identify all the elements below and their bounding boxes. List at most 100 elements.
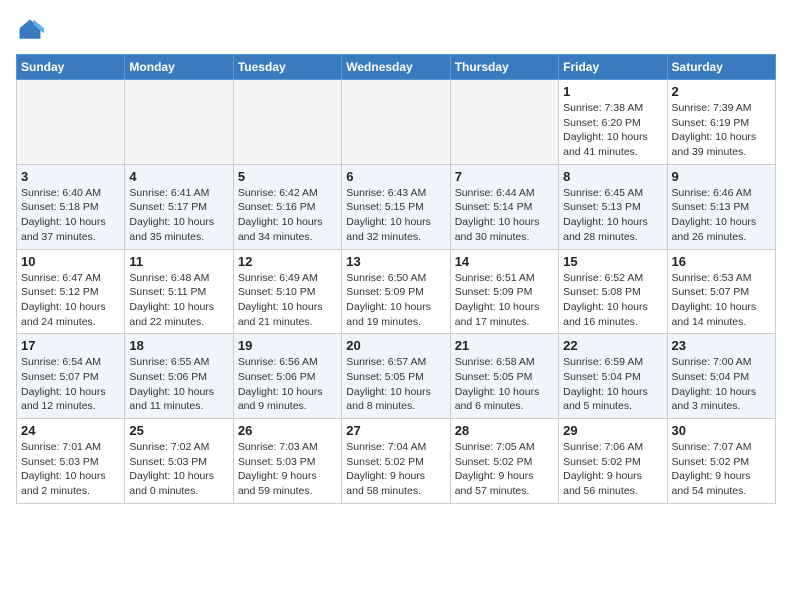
day-number: 6 xyxy=(346,169,445,184)
calendar-cell: 10 Sunrise: 6:47 AM Sunset: 5:12 PM Dayli… xyxy=(17,249,125,334)
calendar-cell xyxy=(342,80,450,165)
calendar-cell: 14 Sunrise: 6:51 AM Sunset: 5:09 PM Dayli… xyxy=(450,249,558,334)
weekday-header-monday: Monday xyxy=(125,55,233,80)
weekday-header-wednesday: Wednesday xyxy=(342,55,450,80)
day-info: Sunrise: 7:39 AM Sunset: 6:19 PM Dayligh… xyxy=(672,101,771,160)
calendar-cell: 18 Sunrise: 6:55 AM Sunset: 5:06 PM Dayli… xyxy=(125,334,233,419)
calendar-cell xyxy=(233,80,341,165)
calendar: SundayMondayTuesdayWednesdayThursdayFrid… xyxy=(16,54,776,504)
day-number: 16 xyxy=(672,254,771,269)
day-info: Sunrise: 6:46 AM Sunset: 5:13 PM Dayligh… xyxy=(672,186,771,245)
day-number: 20 xyxy=(346,338,445,353)
day-number: 3 xyxy=(21,169,120,184)
calendar-cell: 27 Sunrise: 7:04 AM Sunset: 5:02 PM Dayli… xyxy=(342,419,450,504)
weekday-header-thursday: Thursday xyxy=(450,55,558,80)
calendar-cell xyxy=(17,80,125,165)
weekday-header-friday: Friday xyxy=(559,55,667,80)
calendar-cell: 1 Sunrise: 7:38 AM Sunset: 6:20 PM Daylig… xyxy=(559,80,667,165)
calendar-cell: 4 Sunrise: 6:41 AM Sunset: 5:17 PM Daylig… xyxy=(125,164,233,249)
day-number: 9 xyxy=(672,169,771,184)
calendar-cell: 19 Sunrise: 6:56 AM Sunset: 5:06 PM Dayli… xyxy=(233,334,341,419)
day-number: 13 xyxy=(346,254,445,269)
day-number: 1 xyxy=(563,84,662,99)
day-info: Sunrise: 6:51 AM Sunset: 5:09 PM Dayligh… xyxy=(455,271,554,330)
weekday-header-sunday: Sunday xyxy=(17,55,125,80)
header xyxy=(16,16,776,44)
logo-icon xyxy=(16,16,44,44)
calendar-cell: 13 Sunrise: 6:50 AM Sunset: 5:09 PM Dayli… xyxy=(342,249,450,334)
logo xyxy=(16,16,48,44)
day-number: 24 xyxy=(21,423,120,438)
day-number: 23 xyxy=(672,338,771,353)
day-info: Sunrise: 7:04 AM Sunset: 5:02 PM Dayligh… xyxy=(346,440,445,499)
calendar-cell: 15 Sunrise: 6:52 AM Sunset: 5:08 PM Dayli… xyxy=(559,249,667,334)
day-info: Sunrise: 6:55 AM Sunset: 5:06 PM Dayligh… xyxy=(129,355,228,414)
day-info: Sunrise: 6:59 AM Sunset: 5:04 PM Dayligh… xyxy=(563,355,662,414)
day-info: Sunrise: 6:50 AM Sunset: 5:09 PM Dayligh… xyxy=(346,271,445,330)
day-info: Sunrise: 7:38 AM Sunset: 6:20 PM Dayligh… xyxy=(563,101,662,160)
day-number: 28 xyxy=(455,423,554,438)
calendar-cell: 7 Sunrise: 6:44 AM Sunset: 5:14 PM Daylig… xyxy=(450,164,558,249)
day-info: Sunrise: 6:48 AM Sunset: 5:11 PM Dayligh… xyxy=(129,271,228,330)
calendar-cell: 21 Sunrise: 6:58 AM Sunset: 5:05 PM Dayli… xyxy=(450,334,558,419)
day-number: 25 xyxy=(129,423,228,438)
day-info: Sunrise: 7:05 AM Sunset: 5:02 PM Dayligh… xyxy=(455,440,554,499)
day-info: Sunrise: 6:57 AM Sunset: 5:05 PM Dayligh… xyxy=(346,355,445,414)
day-info: Sunrise: 6:43 AM Sunset: 5:15 PM Dayligh… xyxy=(346,186,445,245)
calendar-cell: 28 Sunrise: 7:05 AM Sunset: 5:02 PM Dayli… xyxy=(450,419,558,504)
day-number: 21 xyxy=(455,338,554,353)
day-number: 17 xyxy=(21,338,120,353)
day-info: Sunrise: 6:52 AM Sunset: 5:08 PM Dayligh… xyxy=(563,271,662,330)
day-number: 4 xyxy=(129,169,228,184)
weekday-header-saturday: Saturday xyxy=(667,55,775,80)
day-number: 12 xyxy=(238,254,337,269)
day-number: 19 xyxy=(238,338,337,353)
calendar-cell: 24 Sunrise: 7:01 AM Sunset: 5:03 PM Dayli… xyxy=(17,419,125,504)
day-number: 10 xyxy=(21,254,120,269)
day-number: 22 xyxy=(563,338,662,353)
day-info: Sunrise: 7:06 AM Sunset: 5:02 PM Dayligh… xyxy=(563,440,662,499)
day-info: Sunrise: 6:47 AM Sunset: 5:12 PM Dayligh… xyxy=(21,271,120,330)
day-info: Sunrise: 6:58 AM Sunset: 5:05 PM Dayligh… xyxy=(455,355,554,414)
calendar-cell: 17 Sunrise: 6:54 AM Sunset: 5:07 PM Dayli… xyxy=(17,334,125,419)
calendar-cell: 30 Sunrise: 7:07 AM Sunset: 5:02 PM Dayli… xyxy=(667,419,775,504)
calendar-cell: 23 Sunrise: 7:00 AM Sunset: 5:04 PM Dayli… xyxy=(667,334,775,419)
day-number: 7 xyxy=(455,169,554,184)
calendar-cell: 11 Sunrise: 6:48 AM Sunset: 5:11 PM Dayli… xyxy=(125,249,233,334)
day-info: Sunrise: 7:01 AM Sunset: 5:03 PM Dayligh… xyxy=(21,440,120,499)
calendar-cell: 5 Sunrise: 6:42 AM Sunset: 5:16 PM Daylig… xyxy=(233,164,341,249)
day-number: 27 xyxy=(346,423,445,438)
day-number: 18 xyxy=(129,338,228,353)
calendar-cell: 22 Sunrise: 6:59 AM Sunset: 5:04 PM Dayli… xyxy=(559,334,667,419)
weekday-header-tuesday: Tuesday xyxy=(233,55,341,80)
calendar-cell: 6 Sunrise: 6:43 AM Sunset: 5:15 PM Daylig… xyxy=(342,164,450,249)
day-number: 30 xyxy=(672,423,771,438)
calendar-cell: 9 Sunrise: 6:46 AM Sunset: 5:13 PM Daylig… xyxy=(667,164,775,249)
day-number: 5 xyxy=(238,169,337,184)
day-number: 14 xyxy=(455,254,554,269)
calendar-cell: 8 Sunrise: 6:45 AM Sunset: 5:13 PM Daylig… xyxy=(559,164,667,249)
day-number: 26 xyxy=(238,423,337,438)
day-info: Sunrise: 6:49 AM Sunset: 5:10 PM Dayligh… xyxy=(238,271,337,330)
day-number: 29 xyxy=(563,423,662,438)
day-number: 2 xyxy=(672,84,771,99)
day-info: Sunrise: 7:00 AM Sunset: 5:04 PM Dayligh… xyxy=(672,355,771,414)
calendar-cell: 26Sunrise: 7:03 AM Sunset: 5:03 PM Dayli… xyxy=(233,419,341,504)
calendar-cell xyxy=(450,80,558,165)
day-info: Sunrise: 7:02 AM Sunset: 5:03 PM Dayligh… xyxy=(129,440,228,499)
day-number: 8 xyxy=(563,169,662,184)
calendar-cell: 16 Sunrise: 6:53 AM Sunset: 5:07 PM Dayli… xyxy=(667,249,775,334)
day-info: Sunrise: 6:44 AM Sunset: 5:14 PM Dayligh… xyxy=(455,186,554,245)
day-info: Sunrise: 6:53 AM Sunset: 5:07 PM Dayligh… xyxy=(672,271,771,330)
calendar-cell: 3Sunrise: 6:40 AM Sunset: 5:18 PM Daylig… xyxy=(17,164,125,249)
day-number: 15 xyxy=(563,254,662,269)
calendar-cell xyxy=(125,80,233,165)
day-info: Sunrise: 6:42 AM Sunset: 5:16 PM Dayligh… xyxy=(238,186,337,245)
day-info: Sunrise: 6:56 AM Sunset: 5:06 PM Dayligh… xyxy=(238,355,337,414)
day-info: Sunrise: 6:45 AM Sunset: 5:13 PM Dayligh… xyxy=(563,186,662,245)
calendar-cell: 25 Sunrise: 7:02 AM Sunset: 5:03 PM Dayli… xyxy=(125,419,233,504)
day-info: Sunrise: 7:07 AM Sunset: 5:02 PM Dayligh… xyxy=(672,440,771,499)
day-info: Sunrise: 6:54 AM Sunset: 5:07 PM Dayligh… xyxy=(21,355,120,414)
day-info: Sunrise: 6:41 AM Sunset: 5:17 PM Dayligh… xyxy=(129,186,228,245)
day-number: 11 xyxy=(129,254,228,269)
